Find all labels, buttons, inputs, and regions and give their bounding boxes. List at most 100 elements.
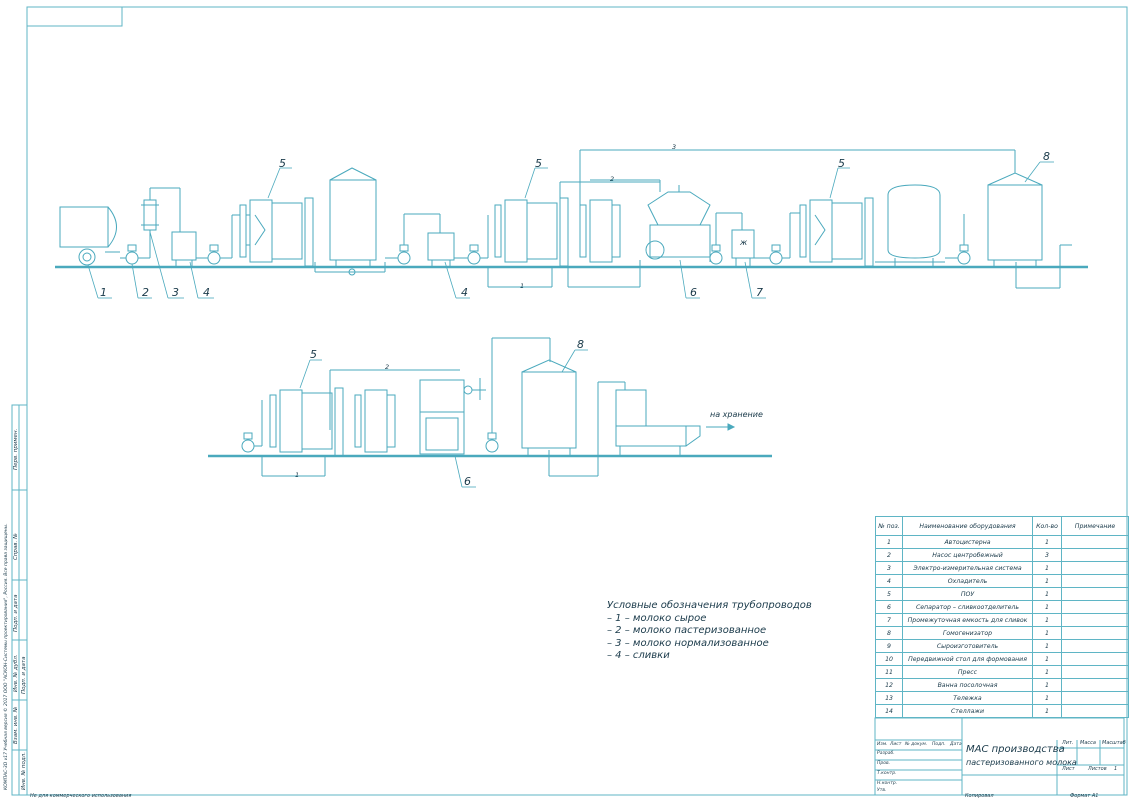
legend-item: – 4 – сливки bbox=[607, 650, 670, 662]
cell-note bbox=[1061, 587, 1129, 601]
cell-note bbox=[1061, 704, 1129, 718]
table-row: 4 Охладитель 1 bbox=[875, 574, 1129, 588]
measuring-3 bbox=[138, 187, 181, 259]
line-tag-1b: 1 bbox=[295, 471, 300, 479]
table-row: 12 Ванна посолочная 1 bbox=[875, 678, 1129, 692]
pipe-legend: Условные обозначения трубопроводов – 1 –… bbox=[607, 600, 812, 663]
pump-g bbox=[241, 400, 263, 453]
callout-6a: 6 bbox=[690, 286, 697, 299]
cell-pos: 4 bbox=[875, 574, 903, 588]
cell-name: Ванна посолочная bbox=[902, 678, 1033, 692]
cell-qty: 1 bbox=[1032, 613, 1062, 627]
sheet-label: Лист bbox=[1062, 766, 1075, 772]
cell-name: Сыроизготовитель bbox=[902, 639, 1033, 653]
sheets-count: 1 bbox=[1114, 766, 1118, 772]
cell-note bbox=[1061, 691, 1129, 705]
callout-4b: 4 bbox=[461, 286, 468, 299]
cell-qty: 1 bbox=[1032, 587, 1062, 601]
col-pos: № поз. bbox=[875, 516, 903, 536]
cell-pos: 13 bbox=[875, 691, 903, 705]
cell-pos: 3 bbox=[875, 561, 903, 575]
table-header: № поз. Наименование оборудования Кол-во … bbox=[875, 516, 1129, 536]
cell-name: Электро-измерительная система bbox=[902, 561, 1033, 575]
cell-pos: 6 bbox=[875, 600, 903, 614]
margin-text: Справ. № bbox=[13, 533, 19, 560]
pump-b bbox=[385, 213, 441, 265]
cell-note bbox=[1061, 652, 1129, 666]
cell-name: Насос центробежный bbox=[902, 548, 1033, 562]
margin-text: Инв. № подл. bbox=[21, 752, 27, 790]
cell-qty: 1 bbox=[1032, 574, 1062, 588]
pump-f bbox=[945, 214, 971, 265]
cell-note bbox=[1061, 678, 1129, 692]
margin-text: Подп. и дата bbox=[21, 656, 27, 694]
cell-note bbox=[1061, 574, 1129, 588]
scale-label: Масштаб bbox=[1102, 740, 1126, 746]
cell-name: Промежуточная емкость для сливок bbox=[902, 613, 1033, 627]
table-row: 5 ПОУ 1 bbox=[875, 587, 1129, 601]
pasteurizer-5c bbox=[799, 197, 874, 267]
cell-pos: 2 bbox=[875, 548, 903, 562]
callout-3: 3 bbox=[172, 286, 179, 299]
cell-note bbox=[1061, 600, 1129, 614]
callout-5a: 5 bbox=[279, 157, 286, 170]
pump-d bbox=[709, 212, 743, 265]
cell-name: Передвижной стол для формования bbox=[902, 652, 1033, 666]
title-block-grid bbox=[874, 717, 1125, 796]
callout-5d: 5 bbox=[310, 348, 317, 361]
cell-qty: 1 bbox=[1032, 678, 1062, 692]
tb-row: Разраб. bbox=[877, 751, 895, 756]
equipment-table: № поз. Наименование оборудования Кол-во … bbox=[875, 516, 1129, 718]
cell-note bbox=[1061, 626, 1129, 640]
press-table bbox=[615, 389, 701, 456]
pump-a bbox=[196, 214, 240, 265]
cell-name: Стеллажи bbox=[902, 704, 1033, 718]
pump-e bbox=[754, 212, 800, 265]
cell-qty: 1 bbox=[1032, 600, 1062, 614]
cell-pos: 14 bbox=[875, 704, 903, 718]
cell-pos: 5 bbox=[875, 587, 903, 601]
storage-tank-a bbox=[314, 167, 386, 276]
pasteurizer-5a bbox=[239, 197, 314, 267]
line-tag-3: 3 bbox=[672, 143, 677, 151]
cell-qty: 1 bbox=[1032, 639, 1062, 653]
separator-6 bbox=[590, 179, 711, 260]
table-row: 14 Стеллажи 1 bbox=[875, 704, 1129, 718]
tb-row: Н.контр. bbox=[877, 781, 898, 786]
callout-8a: 8 bbox=[1043, 150, 1050, 163]
cell-qty: 1 bbox=[1032, 535, 1062, 549]
cooler-4b bbox=[427, 232, 455, 267]
callout-2: 2 bbox=[142, 286, 149, 299]
cell-pos: 12 bbox=[875, 678, 903, 692]
homogenizer-8 bbox=[987, 172, 1072, 289]
pump-h bbox=[485, 337, 551, 453]
cell-qty: 1 bbox=[1032, 561, 1062, 575]
cell-name: Тележка bbox=[902, 691, 1033, 705]
tb-row: Пров. bbox=[877, 761, 891, 766]
callout-6b: 6 bbox=[464, 475, 471, 488]
line-tag-2: 2 bbox=[610, 175, 615, 183]
format-label: Формат А1 bbox=[1070, 793, 1099, 799]
callout-5b: 5 bbox=[535, 157, 542, 170]
col-qty: Кол-во bbox=[1032, 516, 1062, 536]
table-row: 7 Промежуточная емкость для сливок 1 bbox=[875, 613, 1129, 627]
tb-row: Утв. bbox=[877, 788, 887, 793]
cell-note bbox=[1061, 665, 1129, 679]
cell-note bbox=[1061, 548, 1129, 562]
storage-tank-b bbox=[875, 184, 945, 267]
table-row: 2 Насос центробежный 3 bbox=[875, 548, 1129, 562]
cell-name: Автоцистерна bbox=[902, 535, 1033, 549]
cell-pos: 1 bbox=[875, 535, 903, 549]
callout-8b: 8 bbox=[577, 338, 584, 351]
pipeline-3-top bbox=[579, 149, 1016, 205]
cell-qty: 3 bbox=[1032, 548, 1062, 562]
cell-qty: 1 bbox=[1032, 704, 1062, 718]
storage-arrow bbox=[706, 423, 736, 431]
pipeline-2-mid bbox=[559, 181, 660, 240]
tb-row: Подп. bbox=[932, 742, 946, 747]
noncommercial-note: Не для коммерческого использования bbox=[30, 793, 132, 799]
cell-name: Охладитель bbox=[902, 574, 1033, 588]
tb-row: Дата bbox=[950, 742, 962, 747]
software-note: КОМПАС-3D v17 Учебная версия © 2017 ООО … bbox=[4, 523, 9, 790]
cell-pos: 9 bbox=[875, 639, 903, 653]
